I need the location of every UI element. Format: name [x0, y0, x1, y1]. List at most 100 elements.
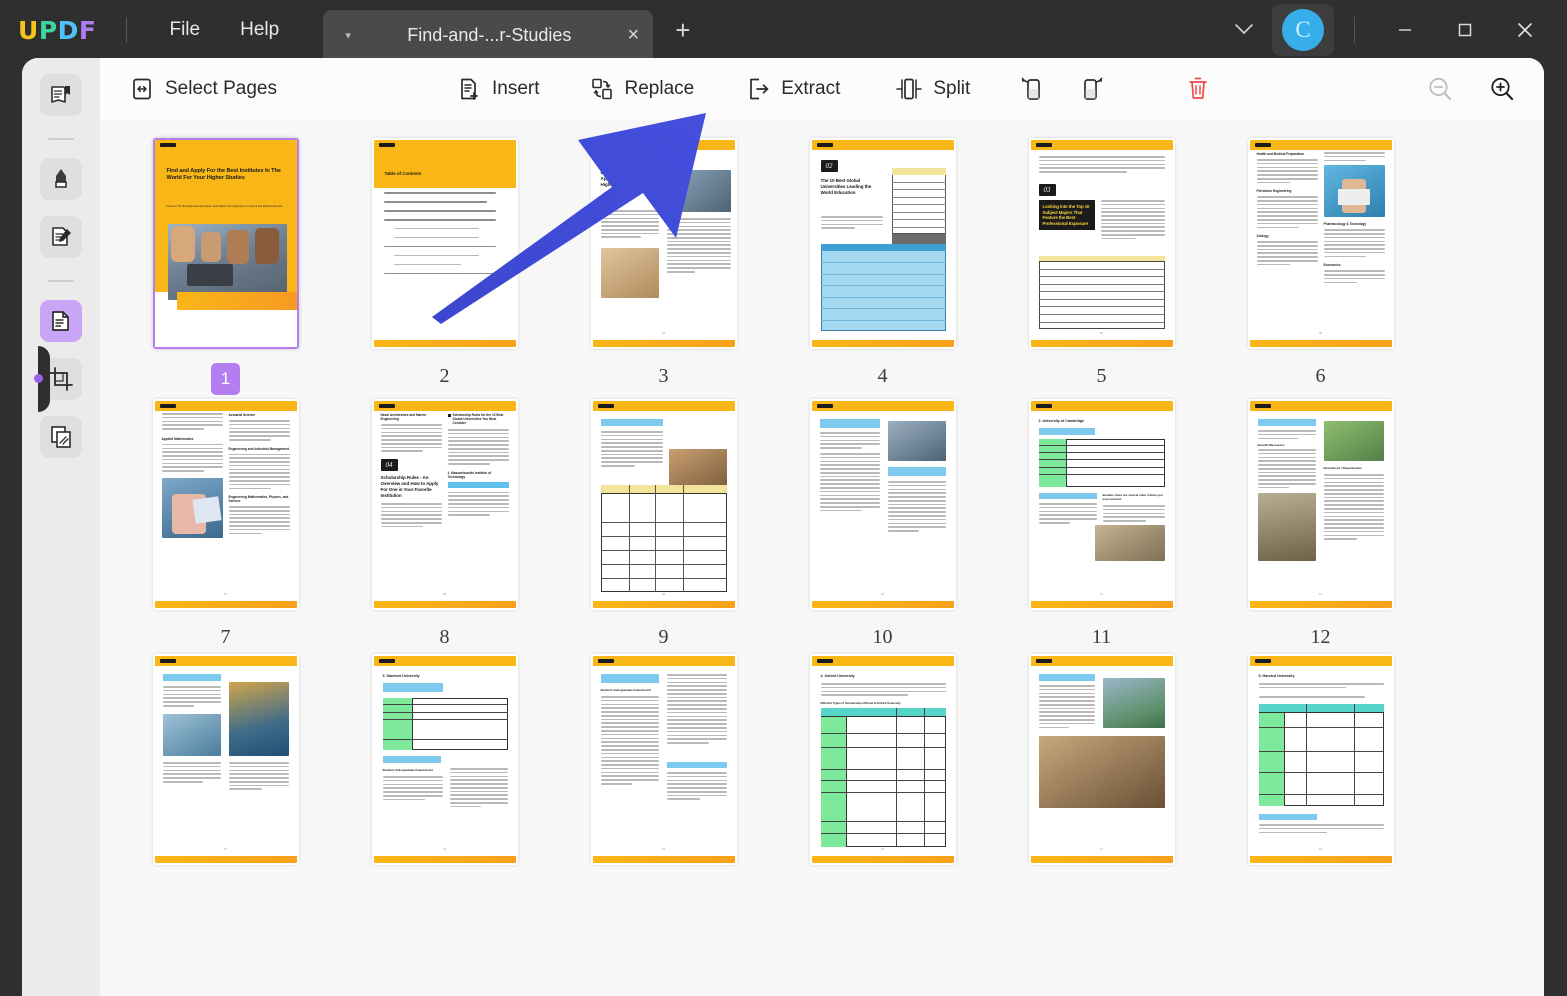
avatar: C: [1282, 9, 1324, 51]
page-number-11: 11: [1092, 624, 1111, 650]
page-cell[interactable]: 4. Oxford University Different Types of …: [773, 654, 992, 865]
sidebar-item-organize-pages[interactable]: [40, 300, 82, 342]
logo-letter-f: F: [79, 16, 97, 45]
tab-dropdown-icon[interactable]: ▾: [337, 29, 359, 42]
rotate-right-button[interactable]: [1078, 76, 1106, 102]
account-button[interactable]: C: [1272, 4, 1334, 56]
minimize-icon[interactable]: [1375, 0, 1435, 60]
page-thumbnail-2[interactable]: Table of Contents: [372, 138, 518, 349]
titlebar-right-controls: C: [1216, 0, 1567, 60]
close-icon[interactable]: [1495, 0, 1555, 60]
page-cell[interactable]: Health and Medical Preparation Petroleum…: [1211, 138, 1430, 395]
thumbnail-row: Find and Apply For the Best Institutes I…: [100, 138, 1544, 395]
page-cell[interactable]: Applied Mathematics: [116, 399, 335, 650]
page-thumbnail-14[interactable]: 3. Stanford University St: [372, 654, 518, 865]
replace-button[interactable]: Replace: [590, 77, 695, 101]
new-tab-button[interactable]: +: [675, 15, 690, 46]
page-thumbnail-11[interactable]: 2. University of Cambridge: [1029, 399, 1175, 610]
page-cell[interactable]: 3. Stanford University St: [335, 654, 554, 865]
menu-file[interactable]: File: [149, 13, 220, 47]
select-pages-label: Select Pages: [165, 78, 277, 100]
page-cell[interactable]: 17: [992, 654, 1211, 865]
page-thumbnail-3[interactable]: Understanding the Need to Apply Internat…: [591, 138, 737, 349]
page-thumbnail-13[interactable]: 13: [153, 654, 299, 865]
page-thumbnail-18[interactable]: 5. Harvard University: [1248, 654, 1394, 865]
extract-button[interactable]: Extract: [746, 77, 840, 101]
document-tab[interactable]: ▾ Find-and-...r-Studies ×: [323, 10, 653, 60]
insert-label: Insert: [492, 78, 540, 100]
page-number-6: 6: [1316, 363, 1326, 389]
split-label: Split: [933, 78, 970, 100]
extract-icon: [746, 77, 770, 101]
page-cell[interactable]: Stanford Undergraduate Financial Aid: [554, 654, 773, 865]
sidebar-handle-dot[interactable]: [34, 374, 43, 383]
sidebar-item-reader[interactable]: [40, 74, 82, 116]
page-thumbnail-7[interactable]: Applied Mathematics: [153, 399, 299, 610]
trash-icon: [1186, 76, 1210, 102]
page-number-3: 3: [659, 363, 669, 389]
page-thumbnail-1[interactable]: Find and Apply For the Best Institutes I…: [153, 138, 299, 349]
page-cell[interactable]: 03 Looking Into the Top 10 Subject Major…: [992, 138, 1211, 395]
page-thumbnail-12[interactable]: Benefits/Resources Restrictions / Requir…: [1248, 399, 1394, 610]
select-pages-button[interactable]: Select Pages: [130, 77, 277, 101]
logo-letter-d: D: [58, 16, 79, 45]
sidebar-item-batch[interactable]: [40, 416, 82, 458]
app-window: U P D F File Help ▾ Find-and-...r-Studie…: [0, 0, 1567, 996]
page-number-8: 8: [440, 624, 450, 650]
highlighter-icon: [48, 166, 74, 192]
thumbnail-row: 13 3. Stanford University: [100, 654, 1544, 865]
select-pages-icon: [130, 77, 154, 101]
delete-button[interactable]: [1186, 76, 1210, 102]
page-number-12: 12: [1311, 624, 1331, 650]
tab-title: Find-and-...r-Studies: [365, 25, 613, 46]
page-number-5: 5: [1097, 363, 1107, 389]
page-cell[interactable]: 13: [116, 654, 335, 865]
page-thumbnail-4[interactable]: 02 The 10 Best Global Universities Leadi…: [810, 138, 956, 349]
page-cell[interactable]: Understanding the Need to Apply Internat…: [554, 138, 773, 395]
page-cell[interactable]: 02 The 10 Best Global Universities Leadi…: [773, 138, 992, 395]
rotate-right-icon: [1078, 76, 1106, 102]
page-thumbnail-5[interactable]: 03 Looking Into the Top 10 Subject Major…: [1029, 138, 1175, 349]
left-sidebar: [22, 58, 100, 996]
replace-label: Replace: [625, 78, 695, 100]
edit-document-icon: [48, 224, 74, 250]
insert-button[interactable]: Insert: [457, 77, 540, 101]
divider: [1354, 17, 1355, 43]
page-cell[interactable]: Find and Apply For the Best Institutes I…: [116, 138, 335, 395]
sidebar-divider: [48, 280, 74, 282]
page-thumbnail-10[interactable]: 10: [810, 399, 956, 610]
extract-label: Extract: [781, 78, 840, 100]
chevron-down-icon[interactable]: [1216, 12, 1272, 49]
page-thumbnail-16[interactable]: 4. Oxford University Different Types of …: [810, 654, 956, 865]
page-number-10: 10: [873, 624, 893, 650]
zoom-in-button[interactable]: [1488, 75, 1516, 103]
page-thumbnail-17[interactable]: 17: [1029, 654, 1175, 865]
maximize-icon[interactable]: [1435, 0, 1495, 60]
page-cell[interactable]: Benefits/Resources Restrictions / Requir…: [1211, 399, 1430, 650]
menu-help[interactable]: Help: [220, 13, 299, 47]
chapter-badge: 03: [1039, 184, 1056, 196]
zoom-out-button[interactable]: [1426, 75, 1454, 103]
page-thumbnail-grid[interactable]: Find and Apply For the Best Institutes I…: [100, 120, 1544, 996]
tab-close-icon[interactable]: ×: [628, 24, 640, 47]
logo-letter-u: U: [18, 16, 39, 45]
page-cell[interactable]: 2. University of Cambridge: [992, 399, 1211, 650]
page-cell[interactable]: 10 10: [773, 399, 992, 650]
page-cell[interactable]: Naval Architecture and Marine Engineerin…: [335, 399, 554, 650]
split-button[interactable]: Split: [896, 77, 970, 101]
page-cell[interactable]: Table of Contents: [335, 138, 554, 395]
page-thumbnail-9[interactable]: 09: [591, 399, 737, 610]
sidebar-item-comment[interactable]: [40, 158, 82, 200]
sidebar-divider: [48, 138, 74, 140]
rotate-left-button[interactable]: [1018, 76, 1046, 102]
page-thumbnail-6[interactable]: Health and Medical Preparation Petroleum…: [1248, 138, 1394, 349]
zoom-controls: [1426, 75, 1516, 103]
sidebar-item-edit[interactable]: [40, 216, 82, 258]
page-cell[interactable]: 09 9: [554, 399, 773, 650]
organize-pages-icon: [48, 308, 74, 334]
page-thumbnail-15[interactable]: Stanford Undergraduate Financial Aid: [591, 654, 737, 865]
page-number-7: 7: [221, 624, 231, 650]
batch-pages-icon: [48, 424, 74, 450]
page-thumbnail-8[interactable]: Naval Architecture and Marine Engineerin…: [372, 399, 518, 610]
page-cell[interactable]: 5. Harvard University: [1211, 654, 1430, 865]
